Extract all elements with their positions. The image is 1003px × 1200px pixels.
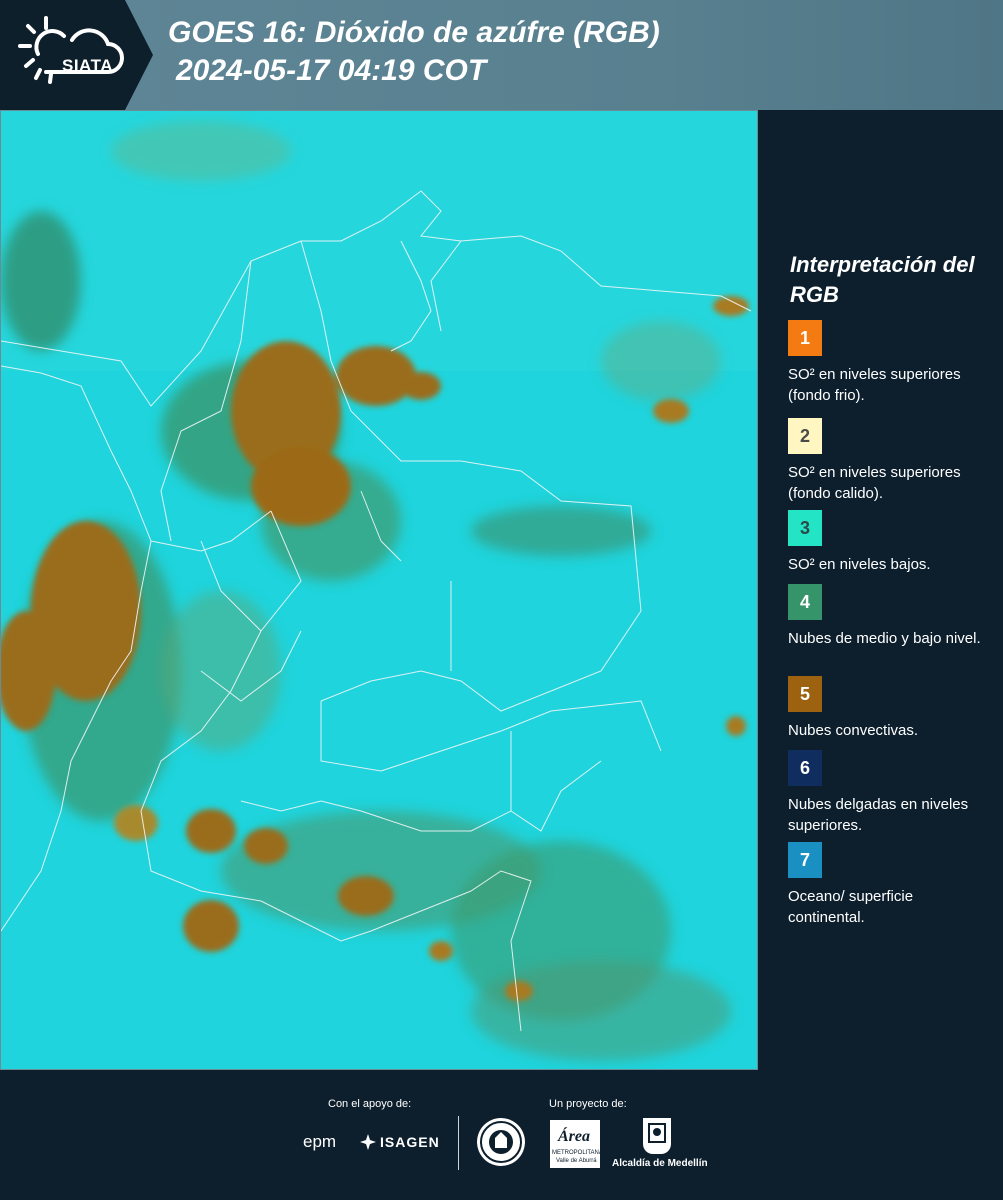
legend-swatch-1: 1 — [788, 320, 822, 356]
isagen-logo: ISAGEN — [380, 1134, 440, 1150]
legend-panel: Interpretación del RGB 1 SO² en niveles … — [760, 110, 1003, 1070]
legend-label-3: SO² en niveles bajos. — [788, 556, 931, 573]
header: SIATA GOES 16: Dióxido de azúfre (RGB) 2… — [0, 0, 1003, 110]
legend-label-6: Nubes delgadas en niveles superiores. — [788, 796, 969, 834]
legend-swatch-7: 7 — [788, 842, 822, 878]
legend-label-2: SO² en niveles superiores (fondo calido)… — [788, 464, 961, 502]
legend-item-4: 4 Nubes de medio y bajo nivel. — [788, 584, 988, 649]
area-logo-sub2: Valle de Aburrá — [556, 1158, 597, 1164]
project-label: Un proyecto de: — [549, 1098, 627, 1110]
footer-divider — [458, 1116, 459, 1170]
footer: Con el apoyo de: Un proyecto de: epm ISA… — [0, 1070, 1003, 1200]
isagen-icon — [360, 1134, 376, 1150]
legend-item-5: 5 Nubes convectivas. — [788, 676, 988, 741]
legend-swatch-2: 2 — [788, 418, 822, 454]
legend-item-7: 7 Oceano/ superficie continental. — [788, 842, 988, 928]
legend-label-4: Nubes de medio y bajo nivel. — [788, 630, 981, 647]
legend-swatch-3: 3 — [788, 510, 822, 546]
epm-logo: epm — [303, 1132, 337, 1151]
area-metropolitana-logo: Área METROPOLITANA Valle de Aburrá — [550, 1120, 603, 1168]
satellite-image — [1, 111, 757, 1069]
legend-item-6: 6 Nubes delgadas en niveles superiores. — [788, 750, 988, 836]
medellin-seal-icon — [477, 1118, 525, 1166]
legend-title: Interpretación del RGB — [790, 252, 975, 307]
sun-cloud-icon — [18, 16, 124, 84]
page-timestamp: 2024-05-17 04:19 COT — [176, 54, 487, 87]
legend-item-1: 1 SO² en niveles superiores (fondo frio)… — [788, 320, 988, 406]
legend-label-7: Oceano/ superficie continental. — [788, 888, 914, 926]
page-title: GOES 16: Dióxido de azúfre (RGB) — [168, 16, 660, 49]
area-logo-main: Área — [558, 1128, 590, 1145]
support-label: Con el apoyo de: — [328, 1098, 412, 1110]
alcaldia-logo-text: Alcaldía de Medellín — [612, 1158, 708, 1169]
legend-swatch-5: 5 — [788, 676, 822, 712]
satellite-map — [0, 110, 758, 1070]
legend-swatch-4: 4 — [788, 584, 822, 620]
legend-swatch-6: 6 — [788, 750, 822, 786]
siata-logo: SIATA — [16, 14, 126, 94]
area-logo-sub1: METROPOLITANA — [552, 1150, 603, 1156]
legend-item-2: 2 SO² en niveles superiores (fondo calid… — [788, 418, 988, 504]
legend-label-5: Nubes convectivas. — [788, 722, 919, 739]
legend-label-1: SO² en niveles superiores (fondo frio). — [788, 366, 961, 404]
legend-item-3: 3 SO² en niveles bajos. — [788, 510, 988, 575]
siata-logo-text: SIATA — [62, 56, 113, 75]
alcaldia-shield-icon — [643, 1118, 671, 1154]
